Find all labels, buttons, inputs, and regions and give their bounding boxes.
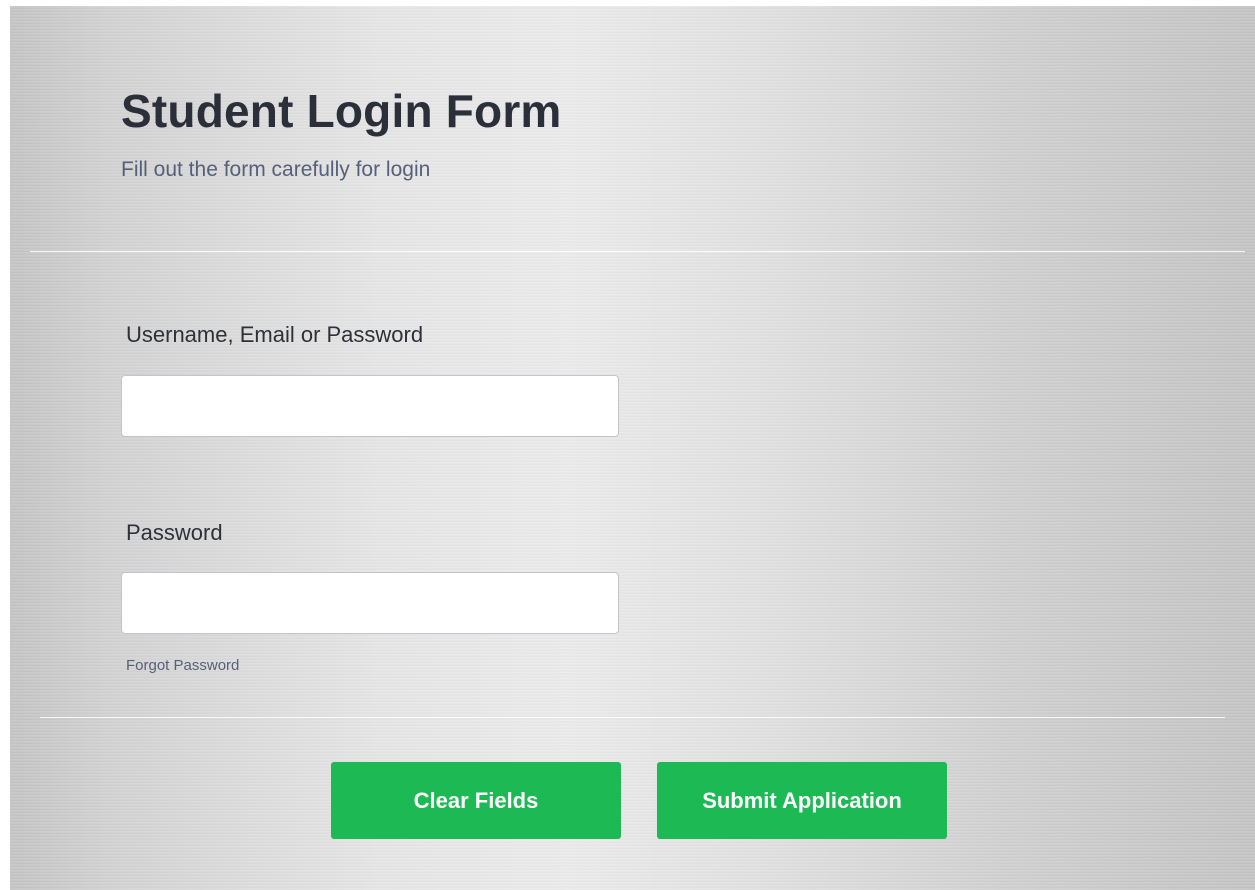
form-subtitle: Fill out the form carefully for login: [121, 158, 431, 181]
username-input[interactable]: [121, 375, 619, 437]
clear-fields-button[interactable]: Clear Fields: [331, 762, 621, 839]
page: Student Login Form Fill out the form car…: [0, 0, 1255, 890]
submit-application-button[interactable]: Submit Application: [657, 762, 947, 839]
login-form-panel: Student Login Form Fill out the form car…: [10, 6, 1255, 890]
password-input[interactable]: [121, 572, 619, 634]
password-label: Password: [126, 520, 223, 545]
form-title: Student Login Form: [121, 85, 562, 137]
forgot-password-link[interactable]: Forgot Password: [126, 657, 239, 674]
username-label: Username, Email or Password: [126, 322, 424, 347]
footer-divider: [40, 717, 1225, 718]
header-divider: [30, 251, 1245, 252]
